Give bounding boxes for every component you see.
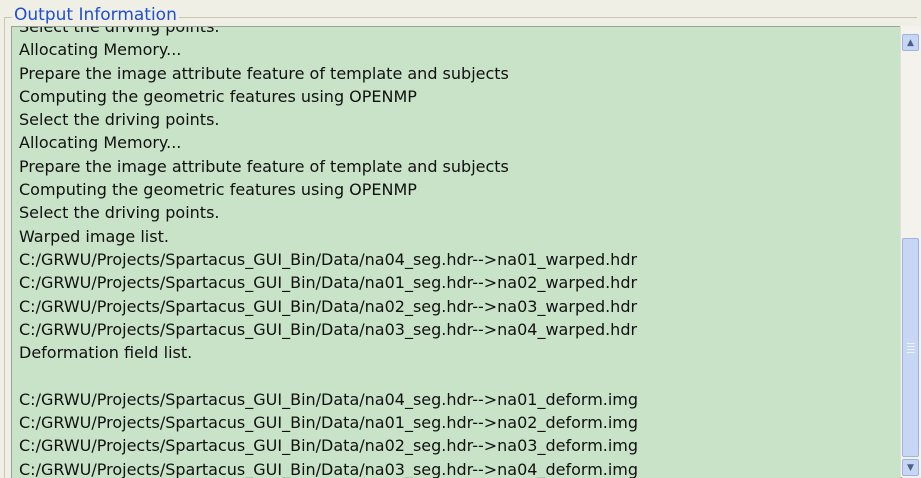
scroll-down-button[interactable]: ▼: [902, 459, 919, 476]
panel-title: Output Information: [12, 4, 179, 26]
log-line: Allocating Memory...: [19, 133, 182, 153]
vertical-scrollbar[interactable]: ▲ ▼: [900, 26, 921, 477]
log-line: C:/GRWU/Projects/Spartacus_GUI_Bin/Data/…: [19, 249, 638, 269]
log-line: Deformation field list.: [19, 343, 193, 363]
grip-line: [907, 349, 915, 350]
grip-line: [907, 346, 915, 347]
log-line: [19, 364, 638, 387]
log-line: Computing the geometric features using O…: [19, 86, 417, 106]
output-log-area[interactable]: Select the driving points. Allocating Me…: [11, 26, 902, 478]
log-line: Select the driving points.: [19, 203, 220, 223]
log-line: Warped image list.: [19, 226, 169, 246]
log-line: C:/GRWU/Projects/Spartacus_GUI_Bin/Data/…: [19, 389, 639, 409]
grip-line: [907, 343, 915, 344]
log-line: Select the driving points.: [19, 26, 220, 36]
scroll-up-button[interactable]: ▲: [902, 34, 919, 51]
log-line: Allocating Memory...: [19, 40, 182, 60]
log-line: C:/GRWU/Projects/Spartacus_GUI_Bin/Data/…: [19, 413, 639, 433]
log-line: Prepare the image attribute feature of t…: [19, 63, 509, 83]
chevron-up-icon: ▲: [907, 38, 914, 48]
chevron-down-icon: ▼: [907, 463, 914, 473]
scroll-thumb[interactable]: [902, 238, 919, 457]
log-line: Computing the geometric features using O…: [19, 180, 417, 200]
grip-line: [907, 352, 915, 353]
log-lines: Select the driving points. Allocating Me…: [19, 26, 639, 478]
log-line: Select the driving points.: [19, 110, 220, 130]
log-line: Prepare the image attribute feature of t…: [19, 156, 509, 176]
log-line: C:/GRWU/Projects/Spartacus_GUI_Bin/Data/…: [19, 319, 638, 339]
log-line: C:/GRWU/Projects/Spartacus_GUI_Bin/Data/…: [19, 296, 638, 316]
log-line: C:/GRWU/Projects/Spartacus_GUI_Bin/Data/…: [19, 273, 638, 293]
log-line: C:/GRWU/Projects/Spartacus_GUI_Bin/Data/…: [19, 459, 639, 478]
log-line: C:/GRWU/Projects/Spartacus_GUI_Bin/Data/…: [19, 436, 639, 456]
